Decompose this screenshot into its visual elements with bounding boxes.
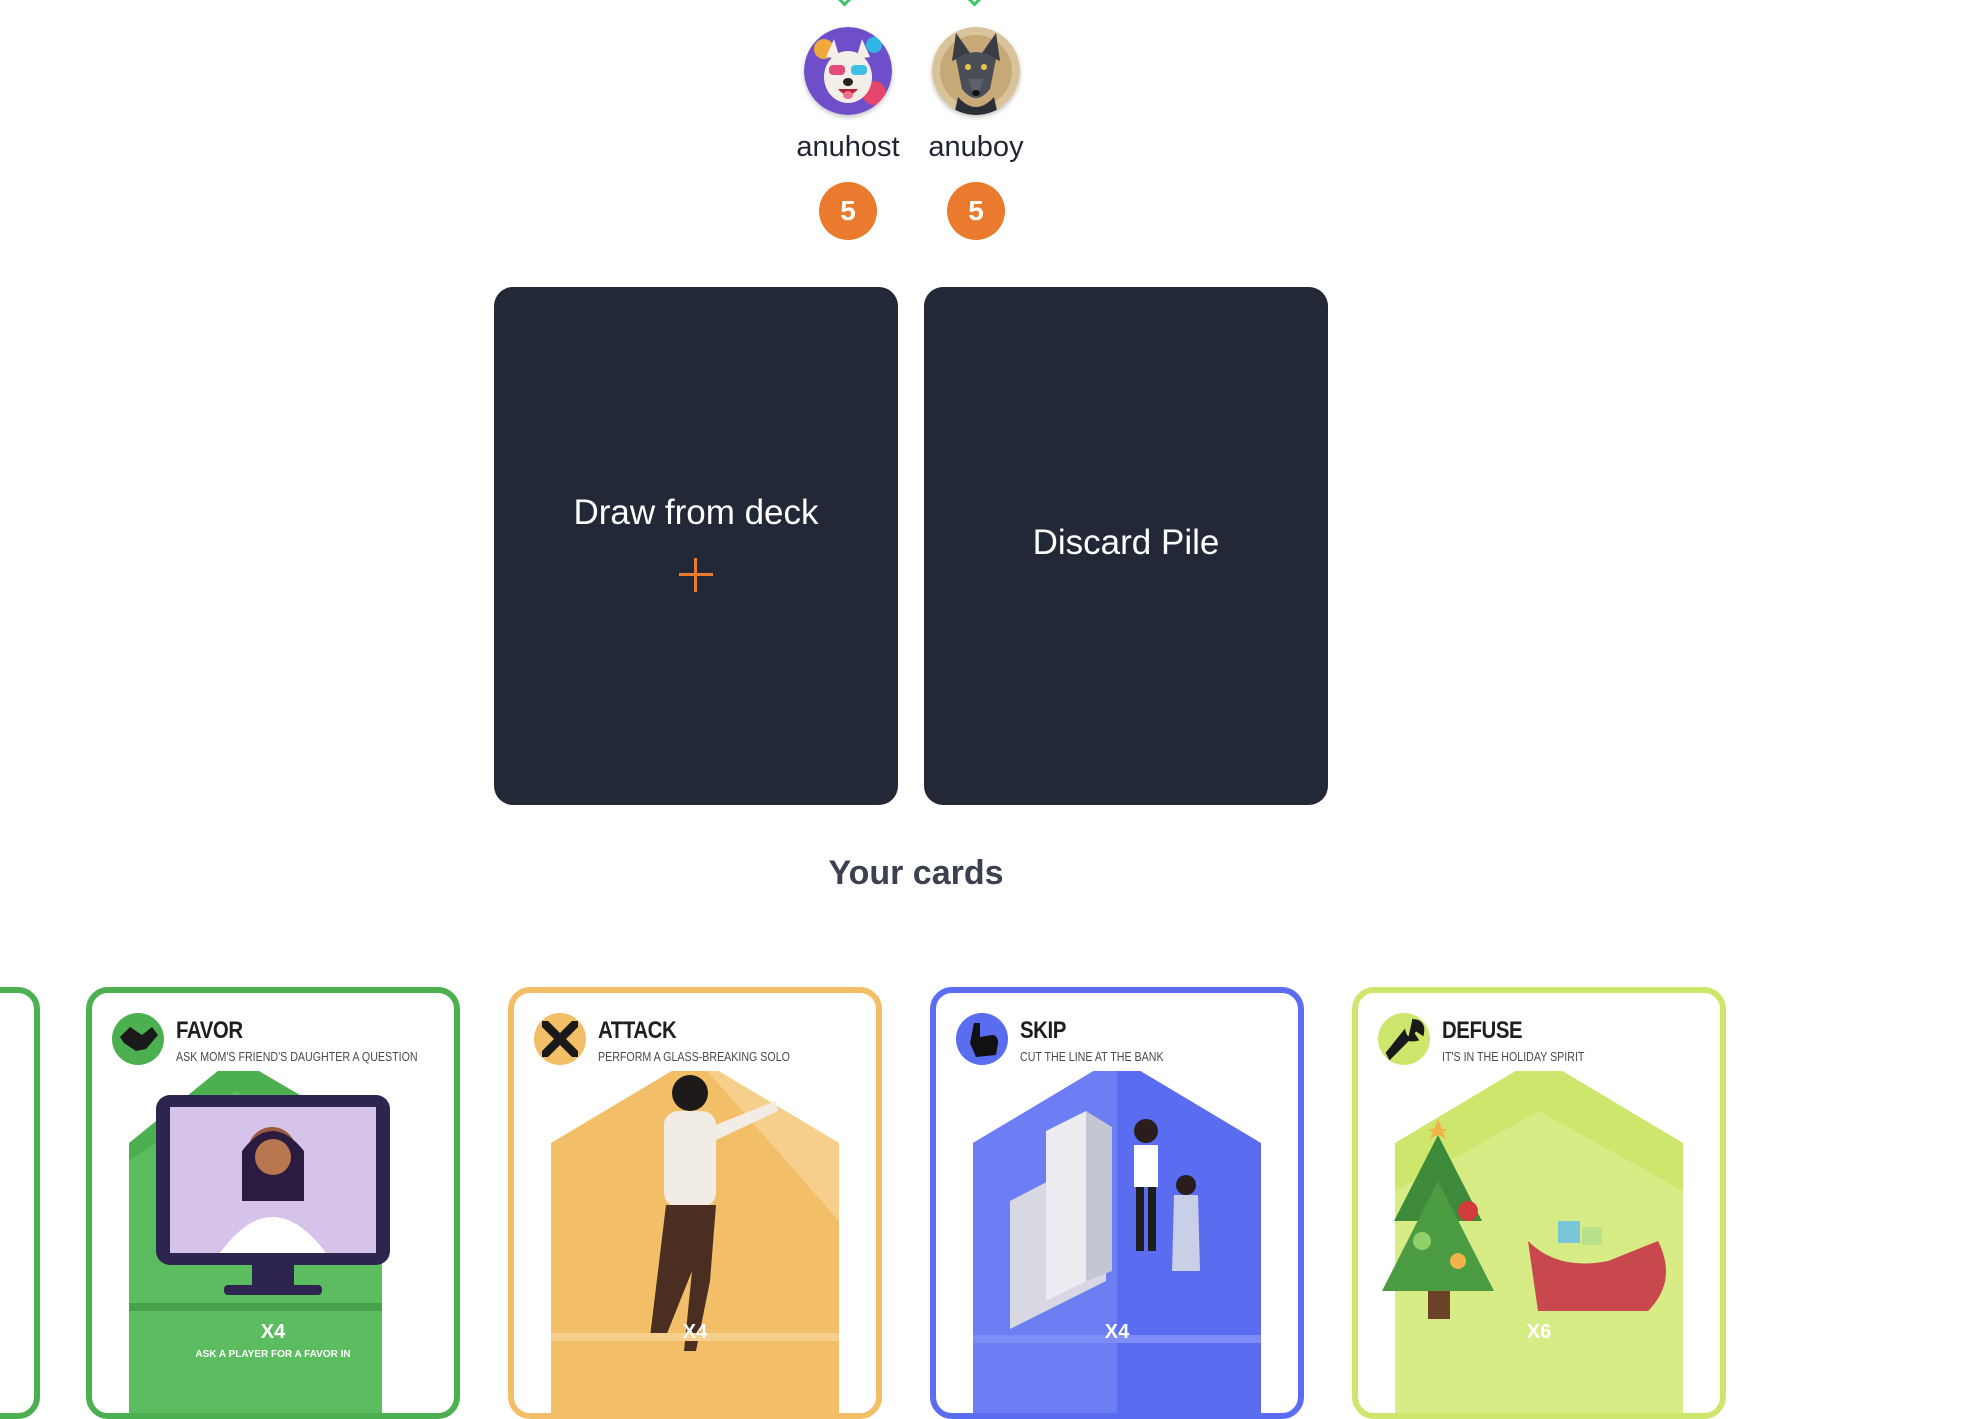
wrench-icon: [1378, 1013, 1430, 1065]
card-illustration: [1382, 1071, 1683, 1413]
plus-icon: [679, 558, 713, 592]
player-name: anuboy: [928, 131, 1024, 163]
player-anuhost: anuhost 5: [778, 27, 918, 240]
your-cards-heading: Your cards: [828, 854, 1004, 892]
card-illustration: [129, 1071, 390, 1413]
card-title: ATTACK: [598, 1017, 677, 1044]
crossed-swords-icon: [534, 1013, 586, 1065]
partial-card[interactable]: [0, 987, 40, 1419]
card-multiplier: X4: [1104, 1321, 1130, 1343]
card-count-badge: 5: [819, 182, 877, 240]
discard-pile[interactable]: Discard Pile: [924, 287, 1328, 805]
wolf-avatar-icon: [932, 27, 1020, 115]
player-name: anuhost: [796, 131, 900, 163]
card-subtitle: ASK MOM'S FRIEND'S DAUGHTER A QUESTION: [176, 1049, 418, 1064]
discard-pile-label: Discard Pile: [1032, 523, 1220, 562]
draw-deck-button[interactable]: Draw from deck: [494, 287, 898, 805]
card-subtitle: PERFORM A GLASS-BREAKING SOLO: [598, 1049, 790, 1064]
card-text: ASK A PLAYER FOR A FAVOR IN: [195, 1349, 351, 1360]
card-subtitle: IT'S IN THE HOLIDAY SPIRIT: [1442, 1049, 1585, 1064]
card-attack[interactable]: ATTACK PERFORM A GLASS-BREAKING SOLO X4: [508, 987, 882, 1419]
card-subtitle: CUT THE LINE AT THE BANK: [1020, 1049, 1164, 1064]
card-defuse[interactable]: DEFUSE IT'S IN THE HOLIDAY SPIRIT X6: [1352, 987, 1726, 1419]
card-favor[interactable]: FAVOR ASK MOM'S FRIEND'S DAUGHTER A QUES…: [86, 987, 460, 1419]
card-multiplier: X6: [1526, 1321, 1552, 1343]
dog-avatar-icon: [804, 27, 892, 115]
card-multiplier: X4: [682, 1321, 708, 1343]
card-multiplier: X4: [260, 1321, 286, 1343]
card-illustration: [973, 1071, 1261, 1413]
card-count-badge: 5: [947, 182, 1005, 240]
card-title: SKIP: [1020, 1017, 1066, 1044]
ready-check-icon: [832, 0, 857, 7]
draw-deck-label: Draw from deck: [573, 493, 819, 532]
handshake-icon: [112, 1013, 164, 1065]
card-illustration: [551, 1071, 839, 1413]
card-title: FAVOR: [176, 1017, 243, 1044]
ready-check-icon: [962, 0, 987, 7]
skip-hand-icon: [956, 1013, 1008, 1065]
card-title: DEFUSE: [1442, 1017, 1523, 1044]
player-anuboy: anuboy 5: [906, 27, 1046, 240]
card-skip[interactable]: SKIP CUT THE LINE AT THE BANK X4: [930, 987, 1304, 1419]
